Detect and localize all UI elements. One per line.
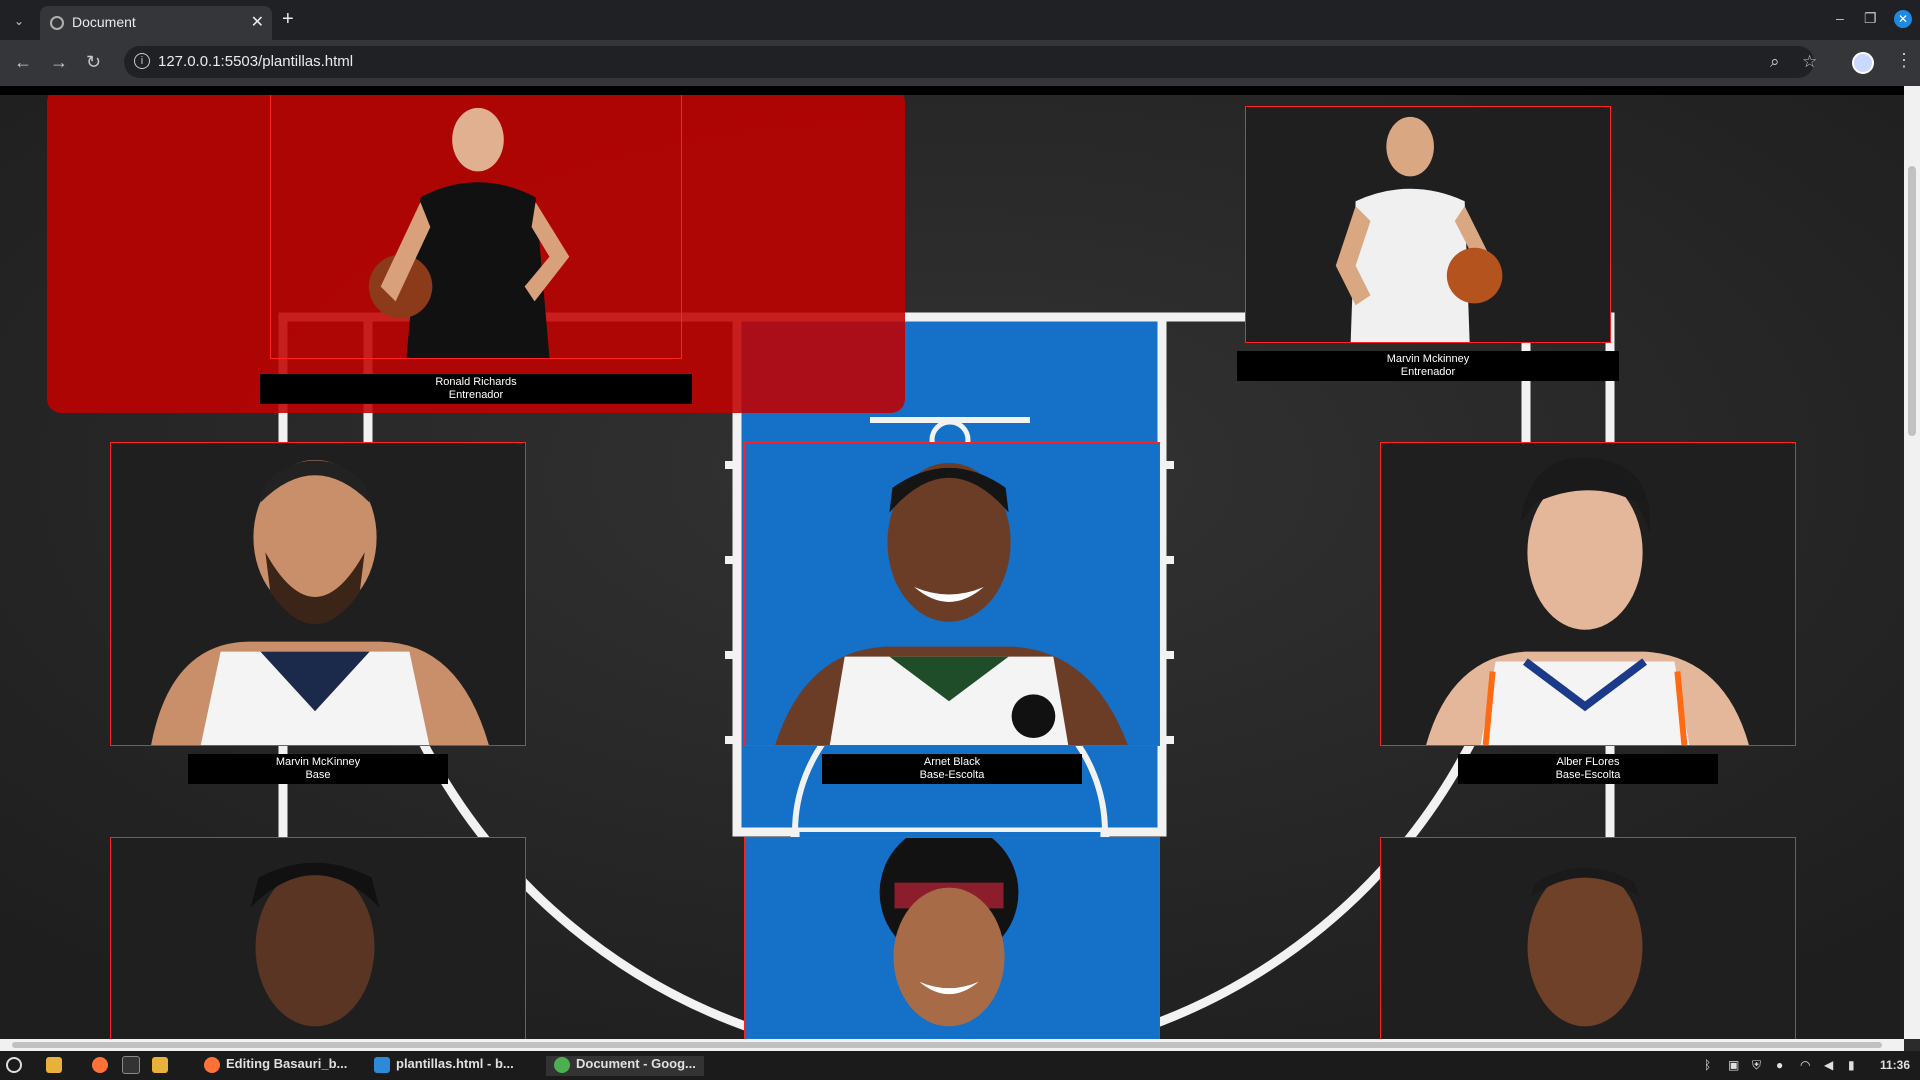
coach-label: Ronald Richards Entrenador bbox=[260, 374, 692, 404]
minimize-icon[interactable]: – bbox=[1836, 10, 1844, 26]
bluetooth-icon[interactable]: ᛒ bbox=[1704, 1058, 1711, 1072]
player-name: Marvin McKinney bbox=[275, 756, 361, 768]
player-card[interactable] bbox=[744, 837, 1160, 1039]
globe-icon bbox=[50, 16, 64, 30]
player-card[interactable] bbox=[110, 837, 526, 1039]
browser-menu-icon[interactable]: ⋮ bbox=[1895, 50, 1913, 71]
shield-icon[interactable]: ⛨ bbox=[1752, 1058, 1761, 1073]
taskbar-item-label: Document - Goog... bbox=[576, 1056, 696, 1071]
player-label: Alber FLores Base-Escolta bbox=[1458, 754, 1718, 784]
coach-role: Entrenador bbox=[448, 389, 504, 401]
taskbar-item[interactable]: plantillas.html - b... bbox=[374, 1056, 514, 1076]
player-role: Base bbox=[305, 769, 331, 781]
page-top-bar bbox=[0, 86, 1920, 95]
tab-search-icon[interactable]: ⌄ bbox=[8, 10, 30, 32]
url-text: 127.0.0.1:5503/plantillas.html bbox=[158, 53, 354, 70]
clock: 11:36 bbox=[1880, 1058, 1911, 1072]
player-card[interactable] bbox=[744, 442, 1160, 746]
player-photo bbox=[250, 862, 380, 1027]
browser-tab[interactable]: Document ✕ bbox=[40, 6, 272, 40]
player-name: Alber FLores bbox=[1556, 756, 1620, 768]
coach-photo bbox=[1335, 116, 1503, 342]
vertical-scrollbar[interactable] bbox=[1904, 86, 1920, 1039]
folder-icon[interactable] bbox=[152, 1056, 174, 1076]
volume-icon[interactable]: ◀ bbox=[1824, 1058, 1833, 1072]
player-role: Base-Escolta bbox=[919, 769, 985, 781]
reload-icon[interactable]: ↻ bbox=[86, 52, 101, 73]
player-photo bbox=[151, 459, 489, 745]
window-close-button[interactable]: ✕ bbox=[1894, 10, 1912, 28]
coach-label: Marvin Mckinney Entrenador bbox=[1237, 351, 1619, 381]
player-photo bbox=[879, 838, 1019, 1027]
horizontal-scrollbar[interactable] bbox=[0, 1039, 1904, 1051]
coach-photo bbox=[368, 107, 570, 358]
player-photo bbox=[1426, 457, 1749, 745]
player-name: Arnet Black bbox=[923, 756, 981, 768]
firefox-icon[interactable] bbox=[92, 1056, 114, 1076]
browser-toolbar: ← → ↻ i 127.0.0.1:5503/plantillas.html ⌕… bbox=[0, 40, 1920, 86]
zoom-icon[interactable]: ⌕ bbox=[1770, 52, 1780, 72]
battery-icon[interactable]: ▮ bbox=[1848, 1058, 1855, 1072]
user-icon[interactable]: ● bbox=[1776, 1058, 1783, 1072]
player-photo bbox=[775, 462, 1128, 745]
tab-close-icon[interactable]: ✕ bbox=[251, 12, 264, 32]
taskbar-item-active[interactable]: Document - Goog... bbox=[546, 1056, 704, 1076]
restore-icon[interactable]: ❐ bbox=[1864, 10, 1877, 27]
coach-name: Ronald Richards bbox=[435, 376, 517, 388]
os-taskbar: Editing Basauri_b... plantillas.html - b… bbox=[0, 1051, 1920, 1080]
player-card[interactable] bbox=[1380, 837, 1796, 1039]
terminal-icon[interactable] bbox=[122, 1056, 146, 1076]
browser-tabstrip: ⌄ Document ✕ + – ❐ ✕ bbox=[0, 0, 1920, 40]
bookmark-star-icon[interactable]: ☆ bbox=[1802, 52, 1817, 72]
page-viewport: Ronald Richards Entrenador Marvin Mckinn… bbox=[0, 95, 1904, 1039]
coach-card[interactable] bbox=[270, 95, 682, 359]
site-info-icon[interactable]: i bbox=[134, 53, 150, 69]
taskbar-item[interactable]: Editing Basauri_b... bbox=[204, 1056, 347, 1076]
new-tab-button[interactable]: + bbox=[282, 8, 294, 31]
taskbar-item-label: Editing Basauri_b... bbox=[226, 1056, 348, 1071]
wifi-icon[interactable]: ◠ bbox=[1800, 1058, 1810, 1072]
player-card[interactable] bbox=[1380, 442, 1796, 746]
player-photo bbox=[1527, 867, 1643, 1027]
files-icon[interactable] bbox=[46, 1056, 68, 1076]
start-menu-icon[interactable] bbox=[6, 1056, 26, 1076]
coach-name: Marvin Mckinney bbox=[1386, 353, 1470, 365]
profile-avatar[interactable] bbox=[1852, 52, 1874, 74]
coach-role: Entrenador bbox=[1400, 366, 1456, 378]
tab-title: Document bbox=[72, 14, 136, 30]
address-bar[interactable]: i 127.0.0.1:5503/plantillas.html ⌕ ☆ bbox=[124, 46, 1817, 78]
back-icon[interactable]: ← bbox=[14, 52, 32, 73]
coach-card[interactable] bbox=[1245, 106, 1611, 343]
taskbar-item-label: plantillas.html - b... bbox=[396, 1056, 514, 1071]
forward-icon[interactable]: → bbox=[50, 52, 68, 73]
player-role: Base-Escolta bbox=[1555, 769, 1621, 781]
player-card[interactable] bbox=[110, 442, 526, 746]
clipboard-icon[interactable]: ▣ bbox=[1728, 1058, 1739, 1072]
player-label: Marvin McKinney Base bbox=[188, 754, 448, 784]
player-label: Arnet Black Base-Escolta bbox=[822, 754, 1082, 784]
